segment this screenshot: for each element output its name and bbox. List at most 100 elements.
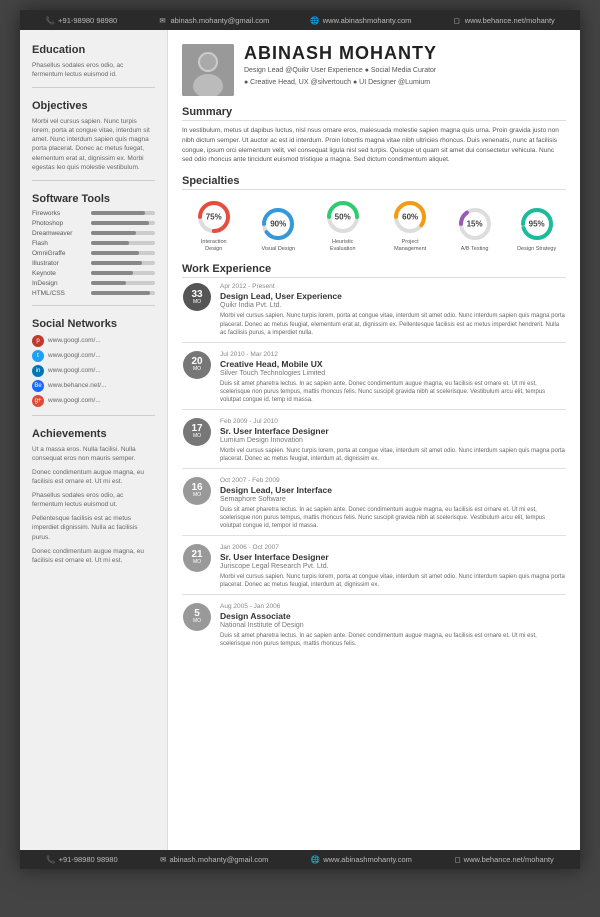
work-date: Aug 2005 - Jan 2006 — [220, 603, 566, 610]
achievement-item: Donec condimentum augue magna, eu facili… — [32, 547, 155, 565]
work-line: Aug 2005 - Jan 2006 Design Associate Nat… — [220, 603, 566, 649]
work-company: National Institute of Design — [220, 622, 566, 629]
work-date: Apr 2012 - Present — [220, 283, 566, 290]
specialty-item: 90% Visual Design — [259, 205, 297, 253]
work-line: Jan 2006 - Oct 2007 Sr. User Interface D… — [220, 544, 566, 590]
work-divider — [182, 409, 566, 410]
work-divider — [182, 594, 566, 595]
tool-bar-fill — [91, 211, 145, 215]
tool-name: Dreamweaver — [32, 230, 87, 237]
portfolio-contact: ◻ www.behance.net/mohanty — [452, 15, 555, 25]
avatar — [182, 44, 234, 96]
specialty-item: 50% Heuristic Evaluation — [321, 198, 365, 253]
divider-2 — [32, 180, 155, 181]
work-desc: Duis sit amet pharetra lectus. In ac sap… — [220, 632, 566, 649]
tool-name: InDesign — [32, 280, 87, 287]
summary-text: In vestibulum, metus ut dapibus luctus, … — [182, 126, 566, 165]
portfolio-icon: ◻ — [452, 15, 462, 25]
work-divider — [182, 342, 566, 343]
tool-name: Keynote — [32, 270, 87, 277]
work-job-title: Sr. User Interface Designer — [220, 552, 566, 563]
email-icon: ✉ — [158, 15, 168, 25]
phone-text: +91-98980 98980 — [58, 16, 117, 25]
software-tools-title: Software Tools — [32, 193, 155, 205]
donut-label: A/B Testing — [461, 246, 489, 253]
badge-mo-label: MO — [193, 560, 201, 565]
work-job-title: Design Associate — [220, 611, 566, 622]
bottom-phone-text: +91-98980 98980 — [59, 855, 118, 864]
donut-pct: 60% — [402, 213, 418, 222]
website-text: www.abinashmohanty.com — [323, 16, 412, 25]
tool-item: Illustrator — [32, 260, 155, 267]
donut-container: 75% — [195, 198, 233, 236]
tool-name: Photoshop — [32, 220, 87, 227]
full-name: ABINASH MOHANTY — [244, 44, 437, 64]
tool-item: Fireworks — [32, 210, 155, 217]
work-item: 5 MO Aug 2005 - Jan 2006 Design Associat… — [182, 603, 566, 649]
objectives-text: Morbi vel cursus sapien. Nunc turpis lor… — [32, 117, 155, 172]
tool-item: Photoshop — [32, 220, 155, 227]
achievement-item: Pellentesque facilisis est ac metus impe… — [32, 514, 155, 541]
social-list: p www.googl.com/... t www.googl.com/... … — [32, 335, 155, 407]
donut-pct: 95% — [529, 220, 545, 229]
work-line: Apr 2012 - Present Design Lead, User Exp… — [220, 283, 566, 337]
donut-pct: 15% — [467, 220, 483, 229]
bottom-website-text: www.abinashmohanty.com — [323, 855, 412, 864]
work-company: Silver Touch Technologies Limited — [220, 370, 566, 377]
top-bar: 📞 +91-98980 98980 ✉ abinash.mohanty@gmai… — [20, 10, 580, 30]
donut-container: 15% — [456, 205, 494, 243]
badge-mo-label: MO — [193, 434, 201, 439]
phone-contact: 📞 +91-98980 98980 — [45, 15, 117, 25]
tool-bar-fill — [91, 241, 129, 245]
tool-bar-bg — [91, 251, 155, 255]
badge-circle: 20 MO — [183, 351, 211, 379]
work-job-title: Design Lead, User Interface — [220, 485, 566, 496]
work-date: Jan 2006 - Oct 2007 — [220, 544, 566, 551]
resume-page: 📞 +91-98980 98980 ✉ abinash.mohanty@gmai… — [20, 10, 580, 869]
tool-bar-fill — [91, 271, 133, 275]
tool-bar-bg — [91, 211, 155, 215]
work-divider — [182, 468, 566, 469]
donut-pct: 90% — [270, 220, 286, 229]
tool-name: HTML/CSS — [32, 290, 87, 297]
bottom-globe-icon: 🌐 — [311, 855, 320, 864]
tool-bar-bg — [91, 281, 155, 285]
bottom-portfolio-text: www.behance.net/mohanty — [464, 855, 554, 864]
donut-label: Interaction Design — [192, 239, 236, 253]
social-item: t www.googl.com/... — [32, 350, 155, 362]
specialties-title: Specialties — [182, 175, 566, 190]
social-text: www.googl.com/... — [48, 337, 101, 344]
work-divider — [182, 535, 566, 536]
name-block: ABINASH MOHANTY Design Lead @Quikr User … — [244, 44, 437, 89]
badge-circle: 5 MO — [183, 603, 211, 631]
social-item: Be www.behance.net/... — [32, 380, 155, 392]
divider-4 — [32, 415, 155, 416]
donut-label: Project Management — [388, 239, 432, 253]
work-title: Work Experience — [182, 263, 566, 278]
work-desc: Morbi vel cursus sapien. Nunc turpis lor… — [220, 312, 566, 337]
donut-pct: 75% — [206, 213, 222, 222]
work-badge: 20 MO — [182, 351, 212, 379]
work-badge: 5 MO — [182, 603, 212, 631]
social-icon: p — [32, 335, 44, 347]
social-text: www.behance.net/... — [48, 382, 107, 389]
social-networks-title: Social Networks — [32, 318, 155, 330]
achievements-title: Achievements — [32, 428, 155, 440]
work-line: Jul 2010 - Mar 2012 Creative Head, Mobil… — [220, 351, 566, 405]
education-text: Phasellus sodales eros odio, ac fermentu… — [32, 61, 155, 79]
badge-circle: 17 MO — [183, 418, 211, 446]
social-icon: g+ — [32, 395, 44, 407]
bottom-phone: 📞 +91-98980 98980 — [46, 855, 117, 864]
social-item: p www.googl.com/... — [32, 335, 155, 347]
header-section: ABINASH MOHANTY Design Lead @Quikr User … — [182, 44, 566, 96]
work-item: 20 MO Jul 2010 - Mar 2012 Creative Head,… — [182, 351, 566, 410]
bottom-portfolio: ◻ www.behance.net/mohanty — [454, 855, 553, 864]
work-badge: 33 MO — [182, 283, 212, 311]
tool-bar-bg — [91, 261, 155, 265]
work-item: 33 MO Apr 2012 - Present Design Lead, Us… — [182, 283, 566, 342]
tool-bar-fill — [91, 291, 150, 295]
specialty-item: 95% Design Strategy — [517, 205, 556, 253]
donut-container: 60% — [391, 198, 429, 236]
tool-bar-fill — [91, 251, 139, 255]
work-line: Feb 2009 - Jul 2010 Sr. User Interface D… — [220, 418, 566, 464]
